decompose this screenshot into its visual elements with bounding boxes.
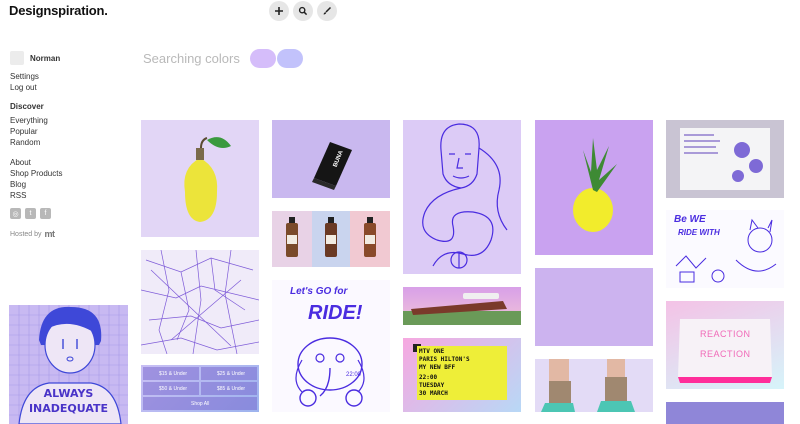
promo-line-2: INADEQUATE xyxy=(28,402,109,415)
username[interactable]: Norman xyxy=(30,54,60,63)
color-swatch-1[interactable] xyxy=(250,49,276,68)
face-drawing-art xyxy=(422,123,508,269)
shop-products-link[interactable]: Shop Products xyxy=(10,168,130,179)
promo-illustration[interactable]: ALWAYS INADEQUATE xyxy=(9,305,128,424)
pear-bulb-tile[interactable] xyxy=(141,120,259,237)
mtv-line-5: TUESDAY xyxy=(419,382,445,389)
hosted-by-label: Hosted by xyxy=(10,230,42,238)
map-tile[interactable] xyxy=(141,250,259,354)
box-tile[interactable]: BUNA xyxy=(272,120,390,198)
bottles-tile[interactable] xyxy=(272,211,390,267)
magazine-image xyxy=(666,120,784,198)
search-icon xyxy=(298,6,308,16)
solid-color-tile[interactable] xyxy=(535,268,653,346)
purple-tile[interactable] xyxy=(666,402,784,424)
ride-poster-tile[interactable]: Let's GO for RIDE! 22:00 xyxy=(272,280,390,412)
sidebar: Norman Settings Log out Discover Everyth… xyxy=(10,50,130,239)
mtv-line-2: PARIS HILTON'S xyxy=(419,356,470,363)
promo-line-1: ALWAYS xyxy=(43,387,94,400)
reaction-tile[interactable]: REACTION REACTION xyxy=(666,301,784,389)
top-bar: Designspiration. xyxy=(0,0,800,22)
plus-icon xyxy=(275,7,283,15)
avatar[interactable] xyxy=(10,51,24,65)
price-tag-15[interactable]: $15 & Under xyxy=(143,367,199,380)
search-colors-label: Searching colors xyxy=(143,51,240,66)
reaction-text-1: REACTION xyxy=(700,329,751,339)
ride-headline: Let's GO for xyxy=(290,286,348,297)
train-tile[interactable] xyxy=(403,287,521,325)
doodle-text-2: RIDE WITH xyxy=(678,228,720,237)
map-image xyxy=(141,250,259,354)
logout-link[interactable]: Log out xyxy=(10,82,130,93)
bottles-image xyxy=(272,211,390,267)
pear-bulb-image xyxy=(141,120,259,237)
mtv-poster-tile[interactable]: MTV ONE PARIS HILTON'S MY NEW BFF 22:00 … xyxy=(403,338,521,412)
price-filter-tile[interactable]: $15 & Under $25 & Under $50 & Under $85 … xyxy=(141,365,259,412)
magazine-tile[interactable] xyxy=(666,120,784,198)
color-swatch-2[interactable] xyxy=(277,49,303,68)
train-image xyxy=(403,287,521,325)
reaction-image xyxy=(678,319,772,383)
social-links: ◎ t f xyxy=(10,208,130,219)
pineapple-image xyxy=(535,120,653,255)
price-tag-85[interactable]: $85 & Under xyxy=(201,382,257,395)
brush-icon xyxy=(323,6,332,15)
random-link[interactable]: Random xyxy=(10,137,130,148)
search-button[interactable] xyxy=(293,1,313,21)
add-button[interactable] xyxy=(269,1,289,21)
instagram-icon[interactable]: ◎ xyxy=(10,208,21,219)
hosted-by[interactable]: Hosted by mt xyxy=(10,229,130,239)
reaction-text-2: REACTION xyxy=(700,349,751,359)
host-logo[interactable]: mt xyxy=(45,229,56,239)
settings-link[interactable]: Settings xyxy=(10,71,130,82)
doodle-text-1: Be WE xyxy=(674,214,706,225)
box-image xyxy=(272,120,390,198)
price-tag-50[interactable]: $50 & Under xyxy=(143,382,199,395)
blog-link[interactable]: Blog xyxy=(10,179,130,190)
brush-button[interactable] xyxy=(317,1,337,21)
user-profile[interactable]: Norman xyxy=(10,50,130,66)
about-link[interactable]: About xyxy=(10,157,130,168)
face-drawing-tile[interactable] xyxy=(403,120,521,274)
socks-image xyxy=(535,359,653,412)
popular-link[interactable]: Popular xyxy=(10,126,130,137)
site-logo[interactable]: Designspiration. xyxy=(9,3,108,18)
rss-link[interactable]: RSS xyxy=(10,190,130,201)
ride-poster-art xyxy=(295,337,365,407)
mtv-line-3: MY NEW BFF xyxy=(419,364,456,371)
mtv-line-1: MTV ONE xyxy=(419,348,445,355)
doodle-tile[interactable]: Be WE RIDE WITH xyxy=(666,210,784,288)
price-tag-25[interactable]: $25 & Under xyxy=(201,367,257,380)
ride-title: RIDE! xyxy=(308,302,363,324)
pineapple-tile[interactable] xyxy=(535,120,653,255)
discover-title: Discover xyxy=(10,102,44,111)
socks-tile[interactable] xyxy=(535,359,653,412)
shop-all-button[interactable]: Shop All xyxy=(143,397,257,410)
mtv-line-4: 22:00 xyxy=(419,374,438,381)
facebook-icon[interactable]: f xyxy=(40,208,51,219)
mtv-line-6: 30 MARCH xyxy=(419,390,448,397)
twitter-icon[interactable]: t xyxy=(25,208,36,219)
ride-time: 22:00 xyxy=(346,372,362,378)
everything-link[interactable]: Everything xyxy=(10,115,130,126)
